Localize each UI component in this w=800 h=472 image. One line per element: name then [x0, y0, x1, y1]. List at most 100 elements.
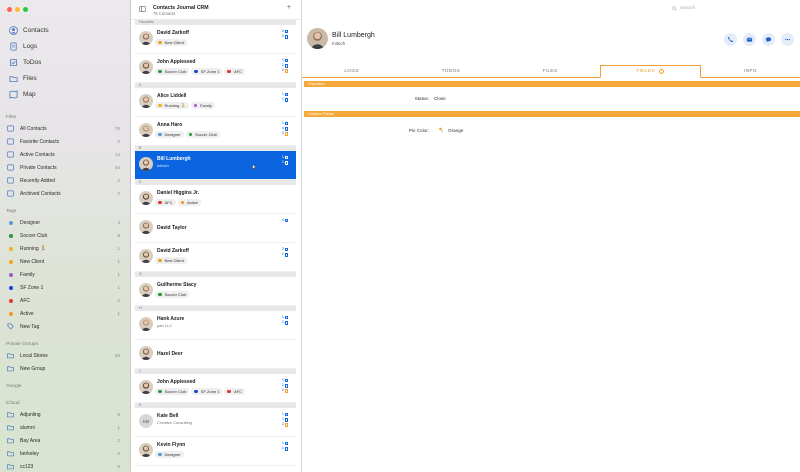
tag-chip[interactable]: AFC [155, 199, 176, 206]
folder-icon [7, 450, 14, 457]
tag-chip[interactable]: SF Zone 1 [191, 388, 223, 395]
filter-all-contacts[interactable]: All Contacts 76 [6, 122, 124, 135]
filter-archived-contacts[interactable]: Archived Contacts 2 [6, 187, 124, 200]
new-tag-button[interactable]: New Tag [6, 320, 124, 333]
status-value[interactable]: Close [434, 96, 446, 101]
contact-avatar [139, 443, 153, 457]
info-icon[interactable]: i [659, 69, 664, 74]
contact-name: John Appleseed [157, 59, 196, 65]
nav-todos[interactable]: ToDos [9, 54, 124, 70]
activity-counts: 11 [282, 92, 288, 102]
icloud-group-cc123[interactable]: cc123 0 [6, 460, 124, 472]
tag-chip[interactable]: SF Zone 1 [191, 68, 223, 75]
contact-card[interactable]: Guilherme Stacy Soccer Club [135, 277, 296, 306]
contact-card[interactable]: Alice Liddell Running 🏃 Family 1 1 [135, 88, 296, 117]
contact-card[interactable]: David Taylor 4 [135, 214, 296, 243]
pin-color-value[interactable]: Orange [438, 127, 463, 133]
icloud-group-adjunling[interactable]: Adjunling 0 [6, 408, 124, 421]
tag-family[interactable]: Family 1 [6, 268, 124, 281]
minimize-window-button[interactable] [15, 7, 20, 12]
tab-fields[interactable]: FIELDS i [599, 65, 701, 78]
group-label: cc123 [20, 463, 34, 470]
tag-label: SF Zone 1 [200, 389, 220, 394]
email-button[interactable] [743, 33, 756, 46]
contact-card[interactable]: John Appleseed Soccer Club SF Zone 1 AFC 1 2 2 [135, 374, 296, 403]
zoom-window-button[interactable] [23, 7, 28, 12]
contact-card[interactable]: KB Kate Bell Creative Consulting 1 1 2 [135, 408, 296, 437]
tag-chip[interactable]: Soccer Club [155, 388, 190, 395]
tag-label: AFC [20, 297, 30, 304]
activity-counts: 142 [282, 121, 288, 137]
tag-chip[interactable]: Designer [155, 131, 184, 138]
log-icon [285, 384, 288, 388]
contact-card[interactable]: Daniel Higgins Jr. AFC Active [135, 185, 296, 214]
message-button[interactable] [762, 33, 775, 46]
activity-counts: 11 [282, 315, 288, 325]
nav-contacts[interactable]: Contacts [9, 22, 124, 38]
group-local-stores[interactable]: Local Stores 53 [6, 349, 124, 362]
tag-chip[interactable]: Active [177, 199, 201, 206]
contact-card[interactable]: John Appleseed Soccer Club SF Zone 1 AFC 1 2 2 [135, 54, 296, 83]
tag-new-client[interactable]: New Client 1 [6, 255, 124, 268]
tab-info[interactable]: INFO [701, 65, 800, 77]
tag-chip[interactable]: Soccer Club [155, 291, 190, 298]
tag-chip[interactable]: New Client [155, 39, 187, 46]
folder-icon [7, 411, 14, 418]
tag-chip[interactable]: Family [190, 102, 215, 109]
tag-soccer-club[interactable]: Soccer Club 8 [6, 229, 124, 242]
contact-card[interactable]: Bill Lumbergh Initech 1 1 [135, 151, 296, 180]
contact-card[interactable]: David Zarkoff New Client 2 1 [135, 25, 296, 54]
filter-active-contacts[interactable]: Active Contacts 14 [6, 148, 124, 161]
group-count: 0 [117, 464, 120, 469]
close-window-button[interactable] [7, 7, 12, 12]
tag-active[interactable]: Active 1 [6, 307, 124, 320]
activity-count: 1 [282, 320, 288, 325]
filter-private-contacts[interactable]: Private Contacts 64 [6, 161, 124, 174]
tab-files[interactable]: FILES [500, 65, 599, 77]
icloud-group-bay-area[interactable]: Bay Area 2 [6, 434, 124, 447]
filter-label: Private Contacts [20, 164, 57, 171]
tab-todos[interactable]: TODOS [401, 65, 500, 77]
contact-card[interactable]: Anna Haro Designer Soccer Club 1 4 2 [135, 117, 296, 146]
tag-label: Running 🏃 [20, 245, 47, 252]
tag-designer[interactable]: Designer 4 [6, 216, 124, 229]
tab-logs[interactable]: LOGS [302, 65, 401, 77]
tag-chip[interactable]: Soccer Club [155, 68, 190, 75]
add-contact-button[interactable]: + [287, 4, 291, 11]
contact-card[interactable]: David Zarkoff New Client 2 1 [135, 243, 296, 272]
nav-logs[interactable]: Logs [9, 38, 124, 54]
call-button[interactable] [724, 33, 737, 46]
sidebar-toggle-icon[interactable] [139, 6, 146, 12]
tag-running[interactable]: Running 🏃 1 [6, 242, 124, 255]
contact-card[interactable]: Kevin Flynn Designer 1 1 [135, 437, 296, 466]
tag-chip[interactable]: Running 🏃 [155, 102, 189, 109]
tag-chip[interactable]: Designer [155, 451, 184, 458]
nav-files[interactable]: Files [9, 71, 124, 87]
tag-chip[interactable]: AFC [224, 388, 245, 395]
tag-icon [7, 323, 14, 330]
tag-sf-zone-1[interactable]: SF Zone 1 1 [6, 281, 124, 294]
log-icon [285, 64, 288, 68]
tag-color-dot [158, 40, 162, 45]
search-field[interactable]: Search [672, 3, 794, 13]
filter-favorite-contacts[interactable]: Favorite Contacts 2 [6, 135, 124, 148]
tag-chip[interactable]: Soccer Club [185, 131, 220, 138]
tag-chip[interactable]: AFC [224, 68, 245, 75]
tag-label: Soccer Club [164, 69, 187, 74]
icloud-group-berkeley[interactable]: berkeley 0 [6, 447, 124, 460]
log-icon [285, 253, 288, 257]
filter-recently-added[interactable]: Recently Added 2 [6, 174, 124, 187]
group-count: 0 [117, 412, 120, 417]
tag-color-dot [8, 285, 13, 290]
more-button[interactable] [781, 33, 794, 46]
contact-card[interactable]: Hank Azure pan LLC 1 1 [135, 311, 296, 340]
count-value: 2 [281, 131, 284, 136]
activity-counts: 11 [282, 441, 288, 451]
nav-map[interactable]: Map [9, 87, 124, 103]
tag-chip[interactable]: New Client [155, 257, 187, 264]
tag-afc[interactable]: AFC 2 [6, 294, 124, 307]
contact-card[interactable]: Hazel Deer [135, 340, 296, 369]
new-group-button[interactable]: New Group [6, 362, 124, 375]
icloud-group-alumni[interactable]: alumni 1 [6, 421, 124, 434]
count-value: 1 [281, 160, 284, 165]
